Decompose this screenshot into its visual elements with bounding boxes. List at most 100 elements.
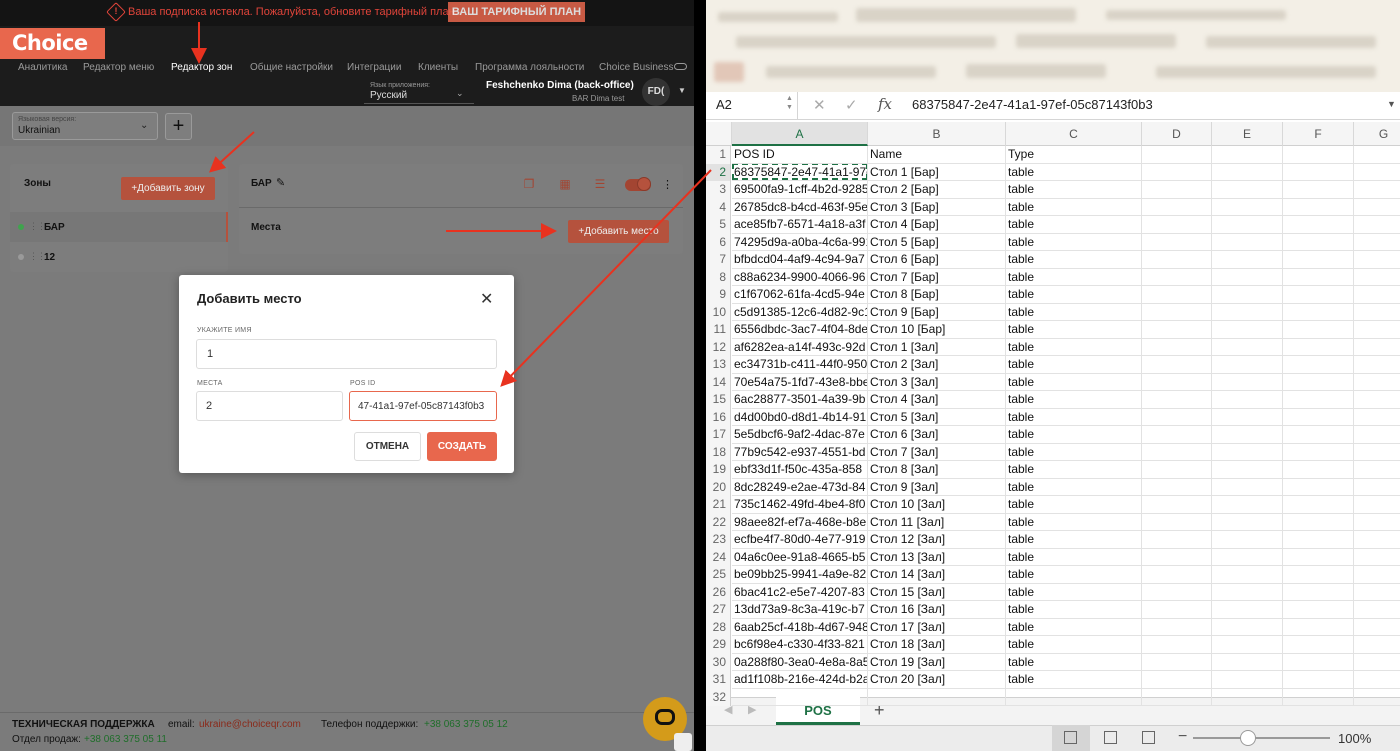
row-header[interactable]: 8 bbox=[706, 268, 731, 286]
table-cell[interactable] bbox=[1354, 269, 1400, 286]
table-cell[interactable]: Стол 7 [Бар] bbox=[868, 268, 1006, 286]
table-cell[interactable]: Стол 8 [Зал] bbox=[868, 461, 1006, 479]
table-cell[interactable]: table bbox=[1006, 531, 1142, 549]
table-cell[interactable] bbox=[1283, 636, 1354, 654]
caret-down-icon[interactable]: ▼ bbox=[678, 86, 686, 95]
table-cell[interactable]: POS ID bbox=[732, 146, 868, 164]
table-cell[interactable] bbox=[732, 688, 868, 706]
table-cell[interactable] bbox=[1142, 583, 1212, 601]
table-cell[interactable]: c5d91385-12c6-4d82-9c1 bbox=[732, 303, 868, 321]
table-cell[interactable] bbox=[1283, 303, 1354, 321]
row-header[interactable]: 28 bbox=[706, 618, 731, 636]
table-cell[interactable] bbox=[1283, 583, 1354, 601]
table-cell[interactable]: Стол 6 [Зал] bbox=[868, 426, 1006, 444]
row-header[interactable]: 10 bbox=[706, 303, 731, 321]
table-cell[interactable]: table bbox=[1006, 303, 1142, 321]
table-cell[interactable]: 74295d9a-a0ba-4c6a-991 bbox=[732, 233, 868, 251]
row-header[interactable]: 15 bbox=[706, 391, 731, 409]
table-cell[interactable]: 04a6c0ee-91a8-4665-b5 bbox=[732, 548, 868, 566]
table-cell[interactable] bbox=[1354, 461, 1400, 479]
table-cell[interactable]: table bbox=[1006, 461, 1142, 479]
table-cell[interactable]: table bbox=[1006, 496, 1142, 514]
support-email-link[interactable]: ukraine@choiceqr.com bbox=[199, 719, 301, 730]
column-header-a[interactable]: A bbox=[732, 122, 868, 146]
zoom-out-button[interactable]: − bbox=[1178, 728, 1187, 746]
table-cell[interactable]: Стол 4 [Зал] bbox=[868, 391, 1006, 409]
row-header[interactable]: 7 bbox=[706, 251, 731, 269]
table-cell[interactable]: 69500fa9-1cff-4b2d-9285 bbox=[732, 181, 868, 199]
table-cell[interactable] bbox=[1212, 513, 1283, 531]
table-cell[interactable] bbox=[1283, 496, 1354, 514]
nav-general-settings[interactable]: Общие настройки bbox=[250, 62, 333, 73]
table-cell[interactable]: Name bbox=[868, 146, 1006, 164]
row-header[interactable]: 30 bbox=[706, 653, 731, 671]
zoom-level[interactable]: 100% bbox=[1338, 731, 1371, 746]
choice-logo[interactable]: Choice bbox=[0, 28, 105, 59]
table-cell[interactable] bbox=[1142, 618, 1212, 636]
table-cell[interactable]: bfbdcd04-4af9-4c94-9a7 bbox=[732, 251, 868, 269]
table-cell[interactable]: table bbox=[1006, 443, 1142, 461]
table-cell[interactable] bbox=[1283, 601, 1354, 619]
table-cell[interactable] bbox=[1354, 304, 1400, 321]
table-cell[interactable] bbox=[1142, 408, 1212, 426]
nav-loyalty-program[interactable]: Программа лояльности bbox=[475, 62, 584, 73]
row-header[interactable]: 25 bbox=[706, 566, 731, 584]
table-cell[interactable] bbox=[1142, 636, 1212, 654]
table-cell[interactable]: ebf33d1f-f50c-435a-858 bbox=[732, 461, 868, 479]
table-cell[interactable] bbox=[1354, 251, 1400, 269]
row-header[interactable]: 17 bbox=[706, 426, 731, 444]
table-cell[interactable] bbox=[1283, 443, 1354, 461]
table-cell[interactable]: Стол 15 [Зал] bbox=[868, 583, 1006, 601]
chevron-down-icon[interactable]: ▼ bbox=[1387, 99, 1396, 109]
table-cell[interactable] bbox=[1142, 216, 1212, 234]
table-cell[interactable]: table bbox=[1006, 286, 1142, 304]
row-header[interactable]: 19 bbox=[706, 461, 731, 479]
table-cell[interactable]: 6556dbdc-3ac7-4f04-8de bbox=[732, 321, 868, 339]
table-cell[interactable] bbox=[1006, 688, 1142, 706]
table-cell[interactable] bbox=[1283, 216, 1354, 234]
table-cell[interactable] bbox=[1212, 688, 1283, 706]
table-cell[interactable] bbox=[1354, 234, 1400, 251]
row-header[interactable]: 26 bbox=[706, 583, 731, 601]
table-cell[interactable] bbox=[1212, 601, 1283, 619]
table-cell[interactable] bbox=[1212, 321, 1283, 339]
table-cell[interactable] bbox=[1354, 426, 1400, 444]
confirm-formula-icon[interactable]: ✓ bbox=[845, 96, 858, 114]
table-cell[interactable]: Стол 17 [Зал] bbox=[868, 618, 1006, 636]
table-cell[interactable]: Стол 9 [Зал] bbox=[868, 478, 1006, 496]
table-cell[interactable] bbox=[1354, 531, 1400, 549]
table-cell[interactable] bbox=[1142, 671, 1212, 689]
table-cell[interactable] bbox=[1142, 268, 1212, 286]
function-icon[interactable]: fx bbox=[878, 95, 892, 113]
table-cell[interactable] bbox=[1212, 146, 1283, 164]
table-cell[interactable] bbox=[1212, 251, 1283, 269]
table-cell[interactable] bbox=[1212, 286, 1283, 304]
row-header[interactable]: 14 bbox=[706, 373, 731, 391]
table-cell[interactable]: Стол 12 [Зал] bbox=[868, 531, 1006, 549]
support-phone[interactable]: +38 063 375 05 12 bbox=[424, 719, 508, 730]
settings-sliders-icon[interactable]: ☰ bbox=[593, 177, 607, 191]
table-cell[interactable] bbox=[1354, 286, 1400, 304]
table-cell[interactable]: Стол 10 [Зал] bbox=[868, 496, 1006, 514]
table-cell[interactable]: table bbox=[1006, 198, 1142, 216]
page-layout-view-icon[interactable] bbox=[1104, 731, 1117, 744]
table-cell[interactable]: 13dd73a9-8c3a-419c-b7 bbox=[732, 601, 868, 619]
table-cell[interactable]: Стол 2 [Бар] bbox=[868, 181, 1006, 199]
table-cell[interactable]: d4d00bd0-d8d1-4b14-91 bbox=[732, 408, 868, 426]
column-header-g[interactable]: G bbox=[1354, 122, 1400, 146]
table-cell[interactable] bbox=[1142, 426, 1212, 444]
table-cell[interactable] bbox=[1212, 338, 1283, 356]
row-header[interactable]: 9 bbox=[706, 286, 731, 304]
nav-integrations[interactable]: Интеграции bbox=[347, 62, 401, 73]
table-cell[interactable] bbox=[1212, 531, 1283, 549]
table-cell[interactable] bbox=[1142, 356, 1212, 374]
table-cell[interactable]: Стол 10 [Бар] bbox=[868, 321, 1006, 339]
table-cell[interactable]: table bbox=[1006, 653, 1142, 671]
tariff-plan-button[interactable]: ВАШ ТАРИФНЫЙ ПЛАН bbox=[448, 2, 585, 22]
table-cell[interactable]: table bbox=[1006, 513, 1142, 531]
column-header-f[interactable]: F bbox=[1283, 122, 1354, 146]
table-cell[interactable]: 68375847-2e47-41a1-97ef-05c87143f0b3 bbox=[732, 163, 868, 181]
table-cell[interactable] bbox=[1212, 496, 1283, 514]
table-cell[interactable] bbox=[1212, 373, 1283, 391]
table-cell[interactable] bbox=[1354, 514, 1400, 531]
